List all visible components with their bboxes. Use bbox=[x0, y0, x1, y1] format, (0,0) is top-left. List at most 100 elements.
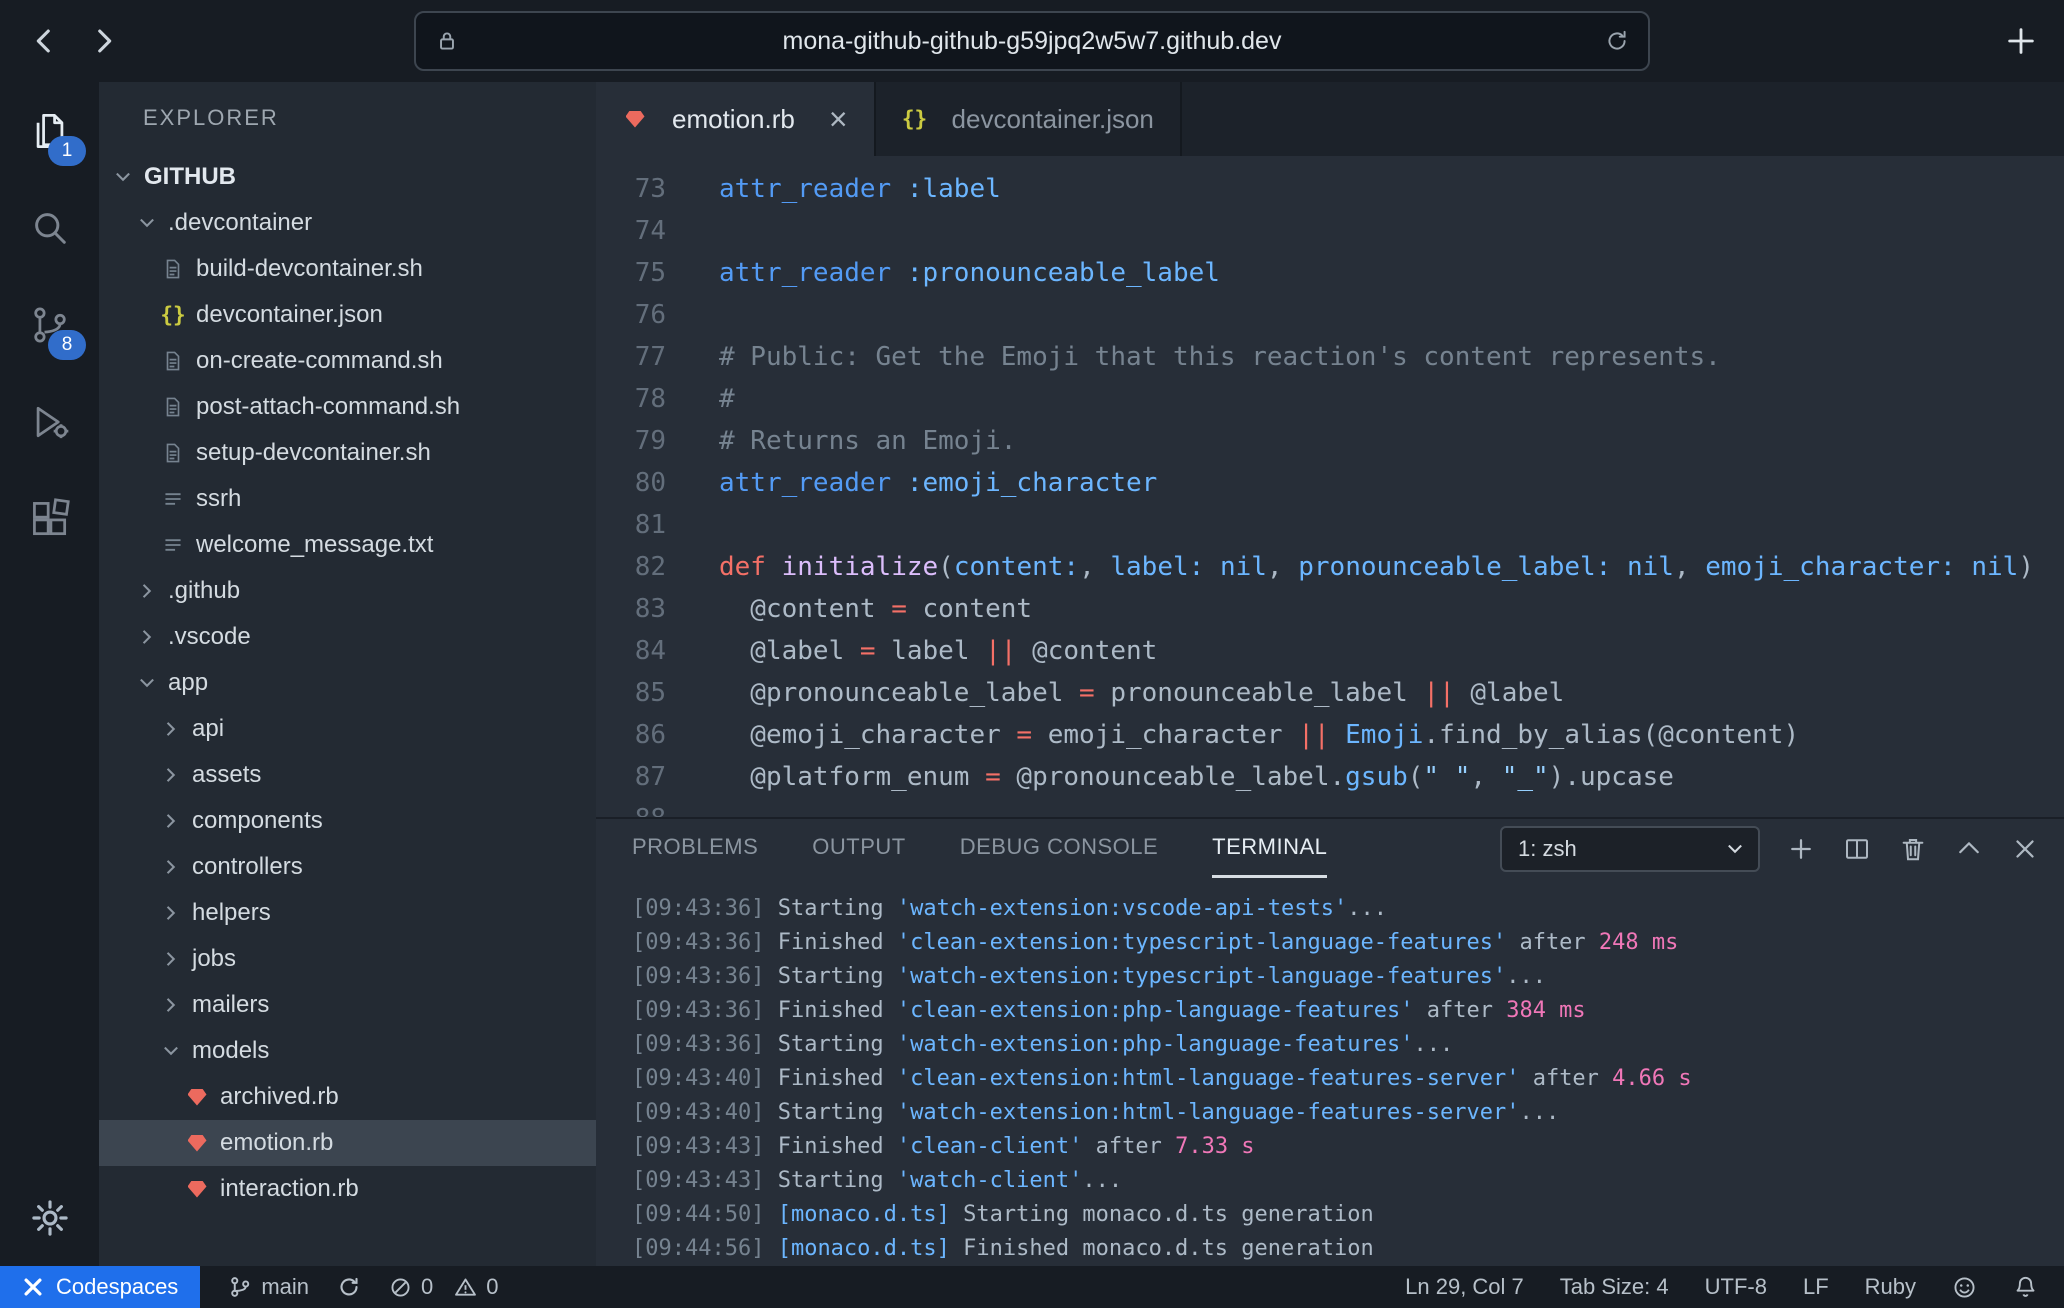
terminal-line: [09:43:36] Finished 'clean-extension:php… bbox=[632, 994, 2064, 1028]
close-tab-icon[interactable]: × bbox=[829, 103, 848, 135]
tree-item-emotion-rb[interactable]: emotion.rb bbox=[99, 1120, 596, 1166]
code-line-73[interactable]: 73attr_reader :label bbox=[596, 168, 2064, 210]
tab-emotion-rb[interactable]: emotion.rb × bbox=[596, 82, 876, 156]
new-tab-button[interactable] bbox=[2004, 24, 2038, 58]
close-icon bbox=[2010, 834, 2040, 864]
trash-icon bbox=[1898, 834, 1928, 864]
bottom-panel: PROBLEMS OUTPUT DEBUG CONSOLE TERMINAL 1: z… bbox=[596, 817, 2064, 1266]
scm-badge: 8 bbox=[48, 330, 86, 360]
code-line-85[interactable]: 85 @pronounceable_label = pronounceable_… bbox=[596, 672, 2064, 714]
tree-item--github[interactable]: .github bbox=[99, 568, 596, 614]
activity-extensions[interactable] bbox=[0, 470, 99, 567]
tree-item-welcome-message-txt[interactable]: welcome_message.txt bbox=[99, 522, 596, 568]
code-line-84[interactable]: 84 @label = label || @content bbox=[596, 630, 2064, 672]
code-line-78[interactable]: 78# bbox=[596, 378, 2064, 420]
tree-item-api[interactable]: api bbox=[99, 706, 596, 752]
chevron-right-icon bbox=[136, 626, 162, 648]
tree-item-label: api bbox=[192, 715, 224, 743]
run-debug-icon bbox=[28, 400, 72, 444]
language-mode[interactable]: Ruby bbox=[1865, 1274, 1916, 1300]
code-line-80[interactable]: 80attr_reader :emoji_character bbox=[596, 462, 2064, 504]
code-line-76[interactable]: 76 bbox=[596, 294, 2064, 336]
forward-button[interactable] bbox=[82, 19, 126, 63]
tree-item-post-attach-command-sh[interactable]: post-attach-command.sh bbox=[99, 384, 596, 430]
tab-devcontainer-json[interactable]: {} devcontainer.json bbox=[876, 82, 1182, 156]
feedback-button[interactable] bbox=[1952, 1275, 1977, 1300]
line-number: 82 bbox=[596, 546, 666, 588]
panel-tab-terminal[interactable]: TERMINAL bbox=[1212, 819, 1327, 878]
panel-header: PROBLEMS OUTPUT DEBUG CONSOLE TERMINAL 1: z… bbox=[596, 819, 2064, 878]
code-line-83[interactable]: 83 @content = content bbox=[596, 588, 2064, 630]
tree-item-setup-devcontainer-sh[interactable]: setup-devcontainer.sh bbox=[99, 430, 596, 476]
cursor-position[interactable]: Ln 29, Col 7 bbox=[1405, 1274, 1524, 1300]
code-line-81[interactable]: 81 bbox=[596, 504, 2064, 546]
close-panel-button[interactable] bbox=[2010, 834, 2040, 864]
tree-item-controllers[interactable]: controllers bbox=[99, 844, 596, 890]
json-icon: {} bbox=[902, 107, 928, 131]
tree-item-app[interactable]: app bbox=[99, 660, 596, 706]
line-number: 74 bbox=[596, 210, 666, 252]
codespaces-status[interactable]: Codespaces bbox=[0, 1266, 200, 1308]
split-terminal-button[interactable] bbox=[1842, 834, 1872, 864]
branch-status[interactable]: main bbox=[228, 1274, 309, 1300]
tree-item-label: on-create-command.sh bbox=[196, 347, 443, 375]
tree-item-jobs[interactable]: jobs bbox=[99, 936, 596, 982]
tree-item-helpers[interactable]: helpers bbox=[99, 890, 596, 936]
terminal-line: [09:44:50] [monaco.d.ts] Starting monaco… bbox=[632, 1198, 2064, 1232]
reload-icon[interactable] bbox=[1604, 28, 1630, 54]
tree-item-components[interactable]: components bbox=[99, 798, 596, 844]
maximize-panel-button[interactable] bbox=[1954, 834, 1984, 864]
eol[interactable]: LF bbox=[1803, 1274, 1829, 1300]
activity-explorer[interactable]: 1 bbox=[0, 82, 99, 179]
activity-search[interactable] bbox=[0, 179, 99, 276]
activity-source-control[interactable]: 8 bbox=[0, 276, 99, 373]
activity-run-debug[interactable] bbox=[0, 373, 99, 470]
code-line-77[interactable]: 77# Public: Get the Emoji that this reac… bbox=[596, 336, 2064, 378]
tree-item-on-create-command-sh[interactable]: on-create-command.sh bbox=[99, 338, 596, 384]
code-line-87[interactable]: 87 @platform_enum = @pronounceable_label… bbox=[596, 756, 2064, 798]
status-bar: Codespaces main 0 0 Ln 29, Col 7 Tab Size… bbox=[0, 1266, 2064, 1308]
new-terminal-button[interactable] bbox=[1786, 834, 1816, 864]
tree-item-build-devcontainer-sh[interactable]: build-devcontainer.sh bbox=[99, 246, 596, 292]
code-line-86[interactable]: 86 @emoji_character = emoji_character ||… bbox=[596, 714, 2064, 756]
tree-item--devcontainer[interactable]: .devcontainer bbox=[99, 200, 596, 246]
code-line-74[interactable]: 74 bbox=[596, 210, 2064, 252]
address-bar[interactable]: mona-github-github-g59jpq2w5w7.github.de… bbox=[414, 11, 1650, 71]
code-text bbox=[666, 504, 719, 546]
tree-item-label: .devcontainer bbox=[168, 209, 312, 237]
tree-item-interaction-rb[interactable]: interaction.rb bbox=[99, 1166, 596, 1212]
tree-item-models[interactable]: models bbox=[99, 1028, 596, 1074]
notifications-button[interactable] bbox=[2013, 1275, 2038, 1300]
tree-root-label: GITHUB bbox=[144, 163, 236, 191]
back-button[interactable] bbox=[22, 19, 66, 63]
problems-status[interactable]: 0 0 bbox=[389, 1274, 499, 1300]
tree-item-label: assets bbox=[192, 761, 261, 789]
terminal-picker[interactable]: 1: zsh bbox=[1500, 826, 1760, 872]
panel-tab-debug-console[interactable]: DEBUG CONSOLE bbox=[960, 819, 1158, 878]
tree-item-label: models bbox=[192, 1037, 269, 1065]
tree-item-assets[interactable]: assets bbox=[99, 752, 596, 798]
list-icon bbox=[160, 488, 186, 510]
code-line-79[interactable]: 79# Returns an Emoji. bbox=[596, 420, 2064, 462]
tree-root-github[interactable]: GITHUB bbox=[99, 154, 596, 200]
code-line-75[interactable]: 75attr_reader :pronounceable_label bbox=[596, 252, 2064, 294]
kill-terminal-button[interactable] bbox=[1898, 834, 1928, 864]
settings-button[interactable] bbox=[0, 1169, 99, 1266]
status-right-items: Ln 29, Col 7 Tab Size: 4 UTF-8 LF Ruby bbox=[1405, 1274, 1916, 1300]
code-area[interactable]: 73attr_reader :label7475attr_reader :pro… bbox=[596, 156, 2064, 817]
codespaces-label: Codespaces bbox=[56, 1274, 178, 1300]
chevron-right-icon bbox=[160, 764, 186, 786]
tree-item-archived-rb[interactable]: archived.rb bbox=[99, 1074, 596, 1120]
code-line-88[interactable]: 88 bbox=[596, 798, 2064, 817]
tree-item-ssrh[interactable]: ssrh bbox=[99, 476, 596, 522]
panel-tab-output[interactable]: OUTPUT bbox=[812, 819, 905, 878]
encoding[interactable]: UTF-8 bbox=[1705, 1274, 1767, 1300]
tree-item-devcontainer-json[interactable]: {}devcontainer.json bbox=[99, 292, 596, 338]
tree-item--vscode[interactable]: .vscode bbox=[99, 614, 596, 660]
tab-size[interactable]: Tab Size: 4 bbox=[1560, 1274, 1669, 1300]
terminal-output[interactable]: [09:43:36] Starting 'watch-extension:vsc… bbox=[596, 878, 2064, 1266]
tree-item-mailers[interactable]: mailers bbox=[99, 982, 596, 1028]
code-line-82[interactable]: 82def initialize(content:, label: nil, p… bbox=[596, 546, 2064, 588]
sync-button[interactable] bbox=[337, 1275, 361, 1299]
panel-tab-problems[interactable]: PROBLEMS bbox=[632, 819, 758, 878]
